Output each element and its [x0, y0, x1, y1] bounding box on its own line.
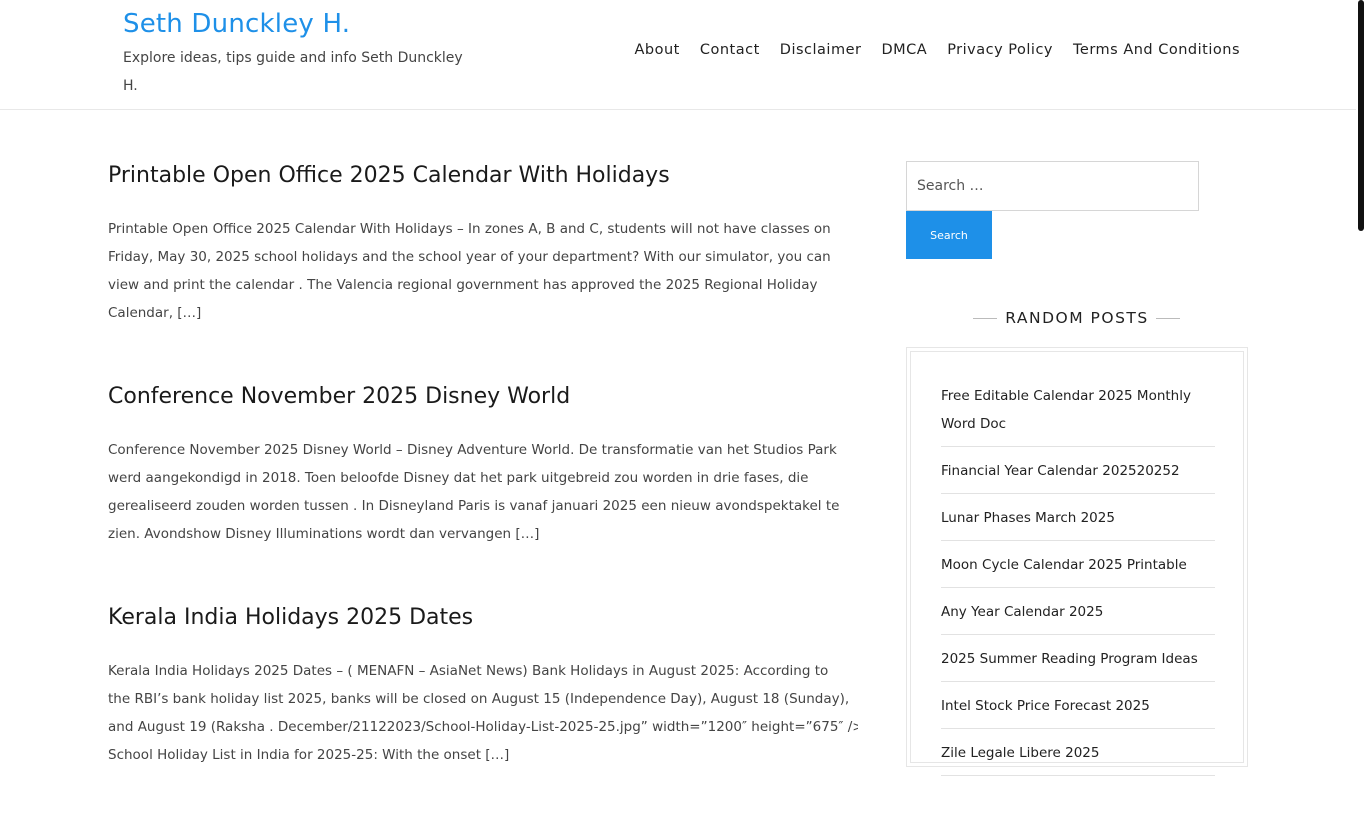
post-excerpt: Conference November 2025 Disney World – …	[108, 436, 858, 548]
nav-item-terms-and-conditions[interactable]: Terms And Conditions	[1073, 38, 1240, 62]
nav-item-dmca[interactable]: DMCA	[881, 38, 927, 62]
nav-item-privacy-policy[interactable]: Privacy Policy	[947, 38, 1053, 62]
site-description: Explore ideas, tips guide and info Seth …	[123, 50, 463, 94]
nav-item-contact[interactable]: Contact	[700, 38, 760, 62]
excerpt-line: werd aangekondigd in 2018. Toen beloofde…	[108, 470, 809, 486]
post-title[interactable]: Conference November 2025 Disney World	[108, 379, 858, 415]
post-card: Conference November 2025 Disney World Co…	[108, 379, 858, 548]
search-button[interactable]: Search	[906, 211, 992, 259]
title-divider	[1156, 318, 1180, 319]
excerpt-line: Printable Open Office 2025 Calendar With…	[108, 221, 831, 237]
random-post-link[interactable]: Intel Stock Price Forecast 2025	[941, 692, 1215, 729]
excerpt-line: and August 19 (Raksha . December/2112202…	[108, 719, 858, 735]
excerpt-line: Conference November 2025 Disney World – …	[108, 442, 837, 458]
sidebar: Search RANDOM POSTS Free Editable Calend…	[906, 161, 1248, 776]
post-card: Kerala India Holidays 2025 Dates Kerala …	[108, 600, 858, 769]
excerpt-line: zien. Avondshow Disney Illuminations wor…	[108, 526, 540, 542]
random-post-link[interactable]: Lunar Phases March 2025	[941, 504, 1215, 541]
site-header: Seth Dunckley H. Explore ideas, tips gui…	[0, 0, 1356, 110]
post-list: Printable Open Office 2025 Calendar With…	[108, 158, 858, 821]
excerpt-line: the RBI’s bank holiday list 2025, banks …	[108, 691, 850, 707]
page-scrollbar[interactable]	[1358, 0, 1364, 231]
excerpt-line: Kerala India Holidays 2025 Dates – ( MEN…	[108, 663, 829, 679]
search-input[interactable]	[906, 161, 1199, 211]
post-excerpt: Kerala India Holidays 2025 Dates – ( MEN…	[108, 657, 858, 769]
post-title-link[interactable]: Conference November 2025 Disney World	[108, 384, 570, 409]
random-posts-header: RANDOM POSTS	[906, 307, 1248, 329]
post-title[interactable]: Kerala India Holidays 2025 Dates	[108, 600, 858, 636]
random-post-link[interactable]: Moon Cycle Calendar 2025 Printable	[941, 551, 1215, 588]
random-posts-widget: Free Editable Calendar 2025 Monthly Word…	[906, 347, 1248, 776]
site-title[interactable]: Seth Dunckley H.	[123, 9, 350, 39]
random-post-link[interactable]: Financial Year Calendar 202520252	[941, 457, 1215, 494]
random-posts-title: RANDOM POSTS	[1005, 309, 1149, 327]
excerpt-line: gerealiseerd zouden worden tussen . In D…	[108, 498, 840, 514]
title-divider	[973, 318, 997, 319]
excerpt-line: Friday, May 30, 2025 school holidays and…	[108, 249, 831, 265]
nav-item-disclaimer[interactable]: Disclaimer	[780, 38, 862, 62]
post-card: Printable Open Office 2025 Calendar With…	[108, 158, 858, 327]
post-title-link[interactable]: Kerala India Holidays 2025 Dates	[108, 605, 473, 630]
excerpt-line: School Holiday List in India for 2025-25…	[108, 747, 510, 763]
post-title[interactable]: Printable Open Office 2025 Calendar With…	[108, 158, 858, 194]
main-nav: About Contact Disclaimer DMCA Privacy Po…	[634, 38, 1240, 62]
random-post-link[interactable]: 2025 Summer Reading Program Ideas	[941, 645, 1215, 682]
excerpt-line: view and print the calendar . The Valenc…	[108, 277, 818, 293]
random-post-link[interactable]: Free Editable Calendar 2025 Monthly Word…	[941, 382, 1215, 447]
excerpt-line: Calendar, […]	[108, 305, 202, 321]
random-post-link[interactable]: Any Year Calendar 2025	[941, 598, 1215, 635]
post-excerpt: Printable Open Office 2025 Calendar With…	[108, 215, 858, 327]
post-title-link[interactable]: Printable Open Office 2025 Calendar With…	[108, 163, 670, 188]
search-form: Search	[906, 161, 1248, 259]
nav-item-about[interactable]: About	[634, 38, 679, 62]
random-post-link[interactable]: Zile Legale Libere 2025	[941, 739, 1215, 776]
random-posts-list: Free Editable Calendar 2025 Monthly Word…	[910, 351, 1244, 776]
